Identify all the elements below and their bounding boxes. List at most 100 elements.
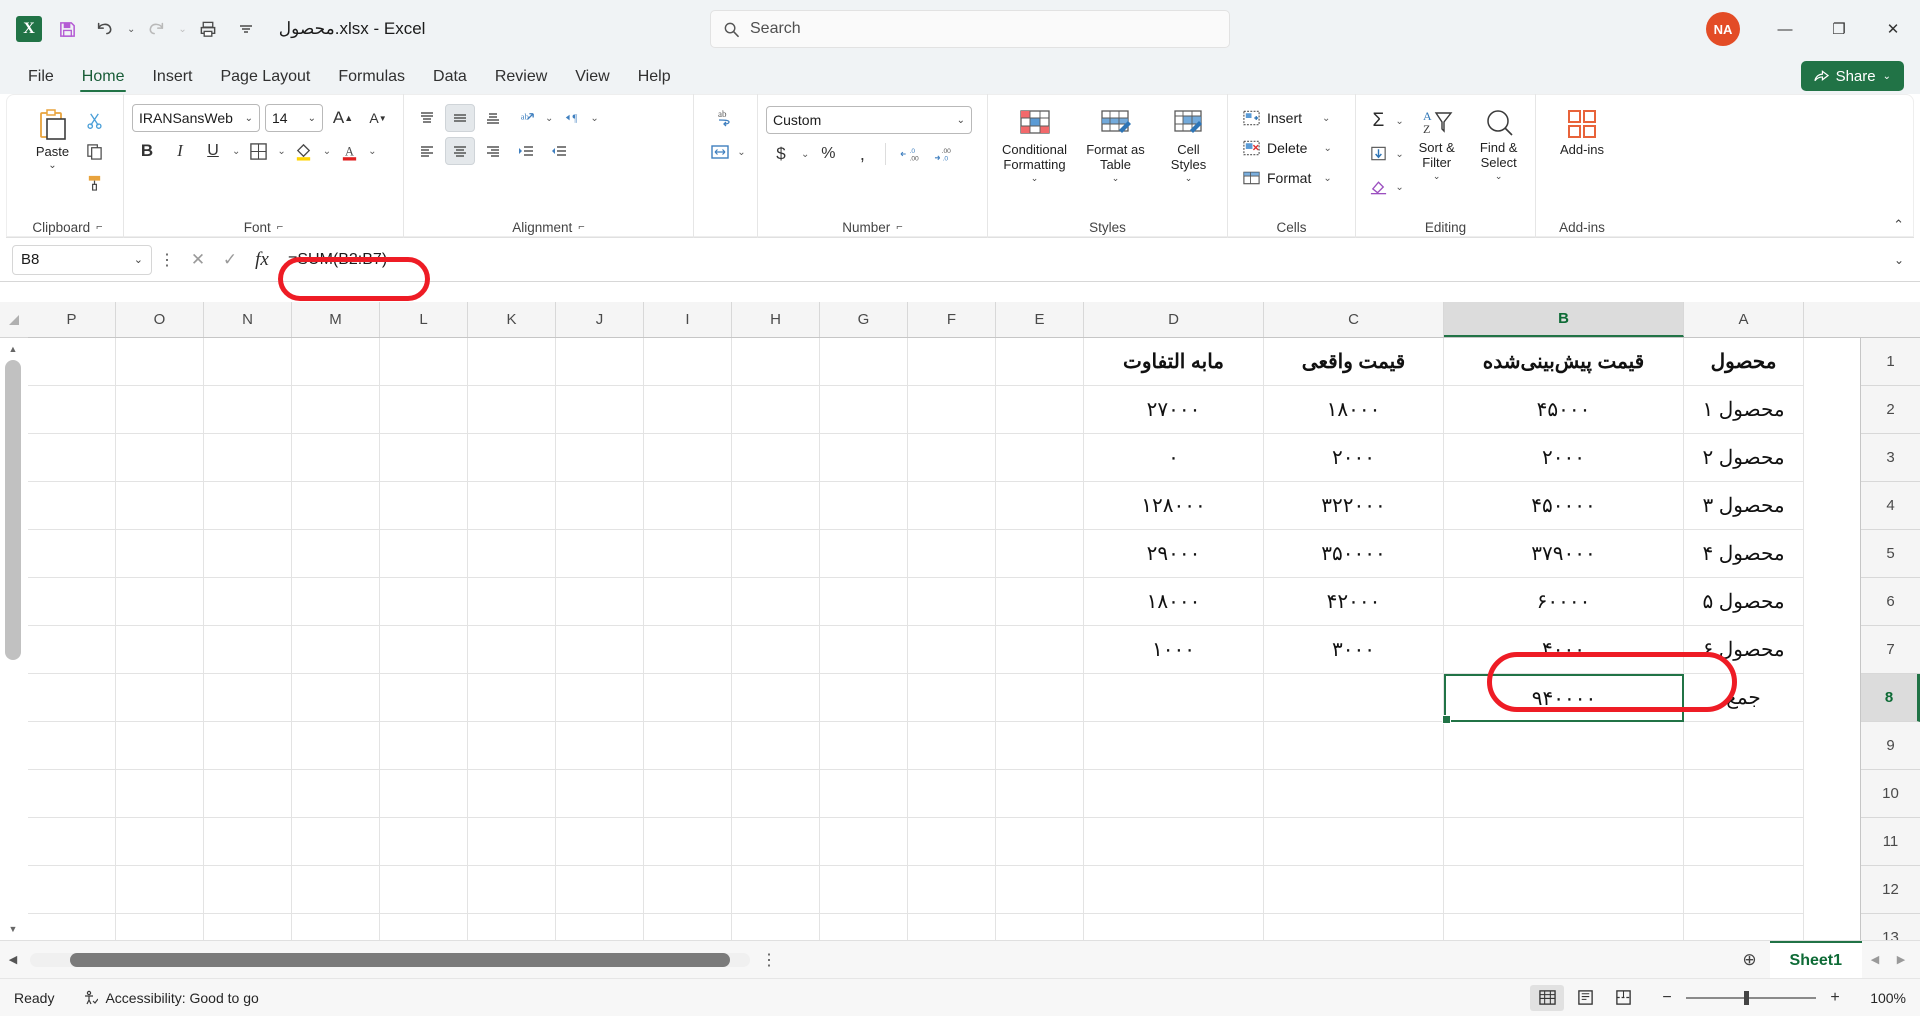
cell-a6[interactable]: محصول ۵ xyxy=(1684,578,1804,626)
select-all-corner[interactable] xyxy=(0,302,28,338)
cell-a9[interactable] xyxy=(1684,722,1804,770)
column-header-e[interactable]: E xyxy=(996,302,1084,337)
cell-h2[interactable] xyxy=(732,386,820,434)
font-dialog-launcher[interactable]: ⌐ xyxy=(277,221,283,233)
confirm-icon[interactable]: ✓ xyxy=(214,245,246,275)
cell-h11[interactable] xyxy=(732,818,820,866)
cell-a3[interactable]: محصول ۲ xyxy=(1684,434,1804,482)
cell-o13[interactable] xyxy=(116,914,204,940)
cell-e6[interactable] xyxy=(996,578,1084,626)
cell-g12[interactable] xyxy=(820,866,908,914)
cell-g10[interactable] xyxy=(820,770,908,818)
cell-e1[interactable] xyxy=(996,338,1084,386)
cell-i3[interactable] xyxy=(644,434,732,482)
number-dialog-launcher[interactable]: ⌐ xyxy=(896,221,902,233)
tab-data[interactable]: Data xyxy=(419,64,481,94)
cell-o12[interactable] xyxy=(116,866,204,914)
text-direction-dropdown-icon[interactable]: ⌄ xyxy=(590,113,598,124)
cell-h9[interactable] xyxy=(732,722,820,770)
cell-p1[interactable] xyxy=(28,338,116,386)
paste-dropdown-icon[interactable]: ⌄ xyxy=(48,160,56,171)
cell-c2[interactable]: ۱۸۰۰۰ xyxy=(1264,386,1444,434)
cell-d6[interactable]: ۱۸۰۰۰ xyxy=(1084,578,1264,626)
cell-c3[interactable]: ۲۰۰۰ xyxy=(1264,434,1444,482)
cell-a11[interactable] xyxy=(1684,818,1804,866)
cell-c11[interactable] xyxy=(1264,818,1444,866)
name-box-dropdown-icon[interactable]: ⌄ xyxy=(134,253,143,266)
cell-f2[interactable] xyxy=(908,386,996,434)
cell-m8[interactable] xyxy=(292,674,380,722)
cell-f11[interactable] xyxy=(908,818,996,866)
decrease-font-size-icon[interactable]: A▼ xyxy=(363,104,393,132)
copy-icon[interactable] xyxy=(80,137,110,165)
column-header-m[interactable]: M xyxy=(292,302,380,337)
cell-o7[interactable] xyxy=(116,626,204,674)
cell-d12[interactable] xyxy=(1084,866,1264,914)
row-header-10[interactable]: 10 xyxy=(1861,770,1920,818)
cell-n8[interactable] xyxy=(204,674,292,722)
cell-l3[interactable] xyxy=(380,434,468,482)
cell-p7[interactable] xyxy=(28,626,116,674)
cell-n7[interactable] xyxy=(204,626,292,674)
cell-h6[interactable] xyxy=(732,578,820,626)
cell-l5[interactable] xyxy=(380,530,468,578)
cell-l8[interactable] xyxy=(380,674,468,722)
orientation-dropdown-icon[interactable]: ⌄ xyxy=(545,113,553,124)
cell-f12[interactable] xyxy=(908,866,996,914)
cell-j4[interactable] xyxy=(556,482,644,530)
cell-b8[interactable]: ۹۴۰۰۰۰ xyxy=(1444,674,1684,722)
cell-a5[interactable]: محصول ۴ xyxy=(1684,530,1804,578)
cell-p11[interactable] xyxy=(28,818,116,866)
fill-color-dropdown-icon[interactable]: ⌄ xyxy=(323,146,331,157)
cell-n13[interactable] xyxy=(204,914,292,940)
cell-b9[interactable] xyxy=(1444,722,1684,770)
cell-g13[interactable] xyxy=(820,914,908,940)
minimize-button[interactable]: — xyxy=(1758,0,1812,58)
cell-f3[interactable] xyxy=(908,434,996,482)
column-header-h[interactable]: H xyxy=(732,302,820,337)
tab-help[interactable]: Help xyxy=(624,64,685,94)
fill-dropdown-icon[interactable]: ⌄ xyxy=(1395,149,1403,160)
cell-o5[interactable] xyxy=(116,530,204,578)
cell-i2[interactable] xyxy=(644,386,732,434)
cell-m1[interactable] xyxy=(292,338,380,386)
page-layout-view-button[interactable] xyxy=(1568,985,1602,1011)
column-header-d[interactable]: D xyxy=(1084,302,1264,337)
cell-m10[interactable] xyxy=(292,770,380,818)
decrease-indent-icon[interactable] xyxy=(511,137,541,165)
autosum-dropdown-icon[interactable]: ⌄ xyxy=(1395,116,1403,127)
cell-o1[interactable] xyxy=(116,338,204,386)
cell-l13[interactable] xyxy=(380,914,468,940)
cell-f1[interactable] xyxy=(908,338,996,386)
cell-o2[interactable] xyxy=(116,386,204,434)
cell-a2[interactable]: محصول ۱ xyxy=(1684,386,1804,434)
sheet-nav-left-icon[interactable]: ◀ xyxy=(1862,953,1888,966)
clear-dropdown-icon[interactable]: ⌄ xyxy=(1395,182,1403,193)
cell-c7[interactable]: ۳۰۰۰ xyxy=(1264,626,1444,674)
cell-e10[interactable] xyxy=(996,770,1084,818)
cell-j12[interactable] xyxy=(556,866,644,914)
sheet-nav-right-icon[interactable]: ▶ xyxy=(1888,953,1914,966)
borders-icon[interactable] xyxy=(243,137,273,165)
collapse-ribbon-icon[interactable]: ⌃ xyxy=(1893,217,1904,233)
cell-d5[interactable]: ۲۹۰۰۰ xyxy=(1084,530,1264,578)
cell-i4[interactable] xyxy=(644,482,732,530)
cell-h1[interactable] xyxy=(732,338,820,386)
cell-i10[interactable] xyxy=(644,770,732,818)
row-header-8[interactable]: 8 xyxy=(1861,674,1920,722)
cell-n1[interactable] xyxy=(204,338,292,386)
cell-i11[interactable] xyxy=(644,818,732,866)
vertical-scrollbar-thumb[interactable] xyxy=(5,360,21,660)
cell-e8[interactable] xyxy=(996,674,1084,722)
cell-a8[interactable]: جمع xyxy=(1684,674,1804,722)
cell-e7[interactable] xyxy=(996,626,1084,674)
cell-b4[interactable]: ۴۵۰۰۰۰ xyxy=(1444,482,1684,530)
cell-g1[interactable] xyxy=(820,338,908,386)
cell-l4[interactable] xyxy=(380,482,468,530)
increase-font-size-icon[interactable]: A▲ xyxy=(328,104,358,132)
add-sheet-button[interactable]: ⊕ xyxy=(1730,950,1770,970)
conditional-formatting-button[interactable]: Conditional Formatting ⌄ xyxy=(994,104,1076,188)
close-button[interactable]: ✕ xyxy=(1866,0,1920,58)
normal-view-button[interactable] xyxy=(1530,985,1564,1011)
cell-e2[interactable] xyxy=(996,386,1084,434)
